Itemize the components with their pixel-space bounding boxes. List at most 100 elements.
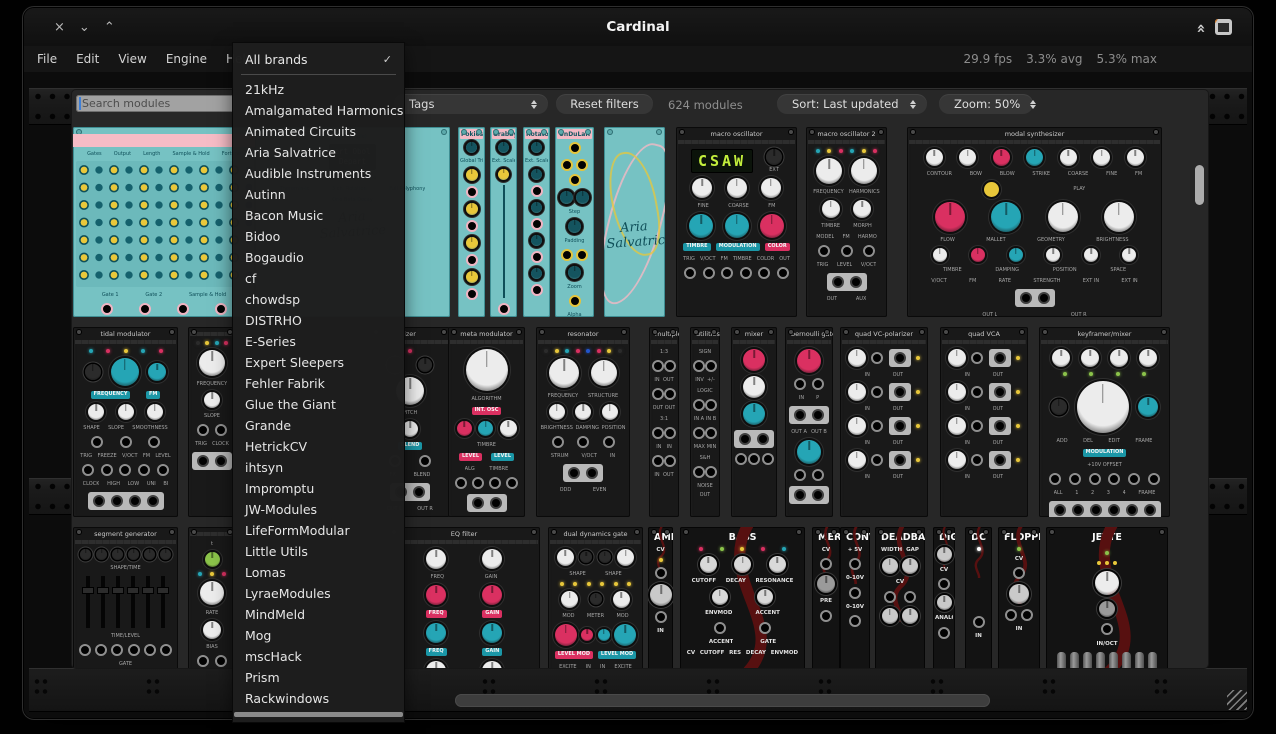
brand-menu-item[interactable]: Little Utils: [233, 541, 404, 562]
knob[interactable]: [1026, 149, 1043, 166]
knob[interactable]: [959, 149, 976, 166]
jack[interactable]: [466, 186, 478, 198]
sort-select[interactable]: Sort: Last updated: [777, 94, 927, 114]
knob[interactable]: [902, 608, 918, 624]
slider[interactable]: [86, 576, 90, 628]
jack[interactable]: [197, 655, 209, 667]
jack[interactable]: [735, 453, 747, 465]
jack[interactable]: [120, 436, 132, 448]
jack[interactable]: [871, 386, 883, 398]
knob[interactable]: [466, 349, 508, 391]
knob[interactable]: [948, 417, 966, 435]
knob[interactable]: [531, 268, 542, 279]
knob[interactable]: [1048, 202, 1078, 232]
knob[interactable]: [200, 581, 224, 605]
jack[interactable]: [1090, 504, 1102, 516]
jack[interactable]: [139, 303, 151, 315]
knob[interactable]: [118, 404, 134, 420]
jack[interactable]: [147, 495, 159, 507]
knob[interactable]: [426, 585, 446, 605]
jack[interactable]: [705, 427, 717, 439]
brand-menu-item[interactable]: Impromptu: [233, 478, 404, 499]
knob[interactable]: [111, 358, 139, 386]
jack[interactable]: [455, 477, 467, 489]
knob[interactable]: [760, 214, 784, 238]
knob[interactable]: [204, 392, 220, 408]
knob[interactable]: [148, 363, 166, 381]
jack[interactable]: [871, 352, 883, 364]
module-amp[interactable]: AMPCVIN: [648, 527, 673, 668]
knob[interactable]: [1139, 349, 1157, 367]
jack[interactable]: [111, 644, 123, 656]
knob[interactable]: [88, 404, 104, 420]
jack[interactable]: [1020, 292, 1032, 304]
jack[interactable]: [938, 627, 950, 639]
knob[interactable]: [650, 584, 672, 606]
knob[interactable]: [1009, 584, 1029, 604]
module-quad-vca[interactable]: quad VCAINOUTINOUTINOUTINOUT: [940, 327, 1028, 517]
menu-engine[interactable]: Engine: [166, 50, 207, 68]
jack[interactable]: [1021, 609, 1033, 621]
jack[interactable]: [971, 420, 983, 432]
brand-menu-item[interactable]: E-Series: [233, 331, 404, 352]
knob[interactable]: [797, 440, 821, 464]
jack[interactable]: [157, 464, 169, 476]
jack[interactable]: [95, 644, 107, 656]
knob[interactable]: [727, 178, 747, 198]
jack[interactable]: [812, 409, 824, 421]
brand-menu-item-all-brands[interactable]: All brands✓: [233, 48, 404, 70]
jack[interactable]: [652, 455, 664, 467]
jack[interactable]: [91, 436, 103, 448]
brand-menu-item[interactable]: Lomas: [233, 562, 404, 583]
jack[interactable]: [506, 477, 518, 489]
jack[interactable]: [144, 644, 156, 656]
knob[interactable]: [689, 214, 713, 238]
jack[interactable]: [777, 267, 789, 279]
knob[interactable]: [1095, 571, 1119, 595]
knob[interactable]: [426, 623, 446, 643]
knob[interactable]: [617, 549, 634, 566]
module-mera[interactable]: MERACVPRE: [812, 527, 840, 668]
jack[interactable]: [160, 644, 172, 656]
knob[interactable]: [1051, 399, 1067, 415]
jack[interactable]: [577, 436, 589, 448]
jack[interactable]: [739, 433, 751, 445]
brand-menu-item[interactable]: Rackwindows: [233, 688, 404, 709]
jack[interactable]: [1128, 473, 1140, 485]
module-bernoulli-gate[interactable]: bernoulli gateINPOUT AOUT B: [785, 327, 833, 517]
jack[interactable]: [748, 453, 760, 465]
module-modal-synthesizer[interactable]: modal synthesizerCONTOURBOWBLOWSTRIKECOA…: [907, 127, 1162, 317]
knob[interactable]: [712, 589, 728, 605]
slider[interactable]: [131, 576, 135, 628]
knob[interactable]: [205, 552, 220, 567]
knob[interactable]: [700, 556, 717, 573]
jack[interactable]: [904, 591, 916, 603]
jack[interactable]: [705, 466, 717, 478]
jack[interactable]: [971, 386, 983, 398]
knob[interactable]: [1009, 248, 1023, 262]
knob[interactable]: [1084, 248, 1098, 262]
jack[interactable]: [973, 616, 985, 628]
knob[interactable]: [160, 549, 171, 560]
knob[interactable]: [561, 591, 578, 608]
slider[interactable]: [161, 576, 165, 628]
knob[interactable]: [902, 558, 918, 574]
menu-file[interactable]: File: [37, 50, 57, 68]
jack[interactable]: [818, 245, 830, 257]
jack[interactable]: [721, 267, 733, 279]
jack[interactable]: [994, 352, 1006, 364]
brand-menu-item[interactable]: JW-Modules: [233, 499, 404, 520]
brand-menu-item[interactable]: Aria Salvatrice: [233, 142, 404, 163]
jack[interactable]: [832, 276, 844, 288]
knob[interactable]: [85, 364, 101, 380]
jack[interactable]: [994, 454, 1006, 466]
knob[interactable]: [418, 358, 432, 372]
module-mixer[interactable]: mixer: [731, 327, 777, 517]
knob[interactable]: [128, 549, 139, 560]
knob[interactable]: [935, 202, 965, 232]
jack[interactable]: [894, 420, 906, 432]
module-macro-oscillator-2[interactable]: macro oscillator 2FREQUENCYHARMONICSTIMB…: [806, 127, 887, 317]
jack[interactable]: [603, 436, 615, 448]
knob[interactable]: [991, 202, 1021, 232]
jack[interactable]: [1013, 567, 1025, 579]
